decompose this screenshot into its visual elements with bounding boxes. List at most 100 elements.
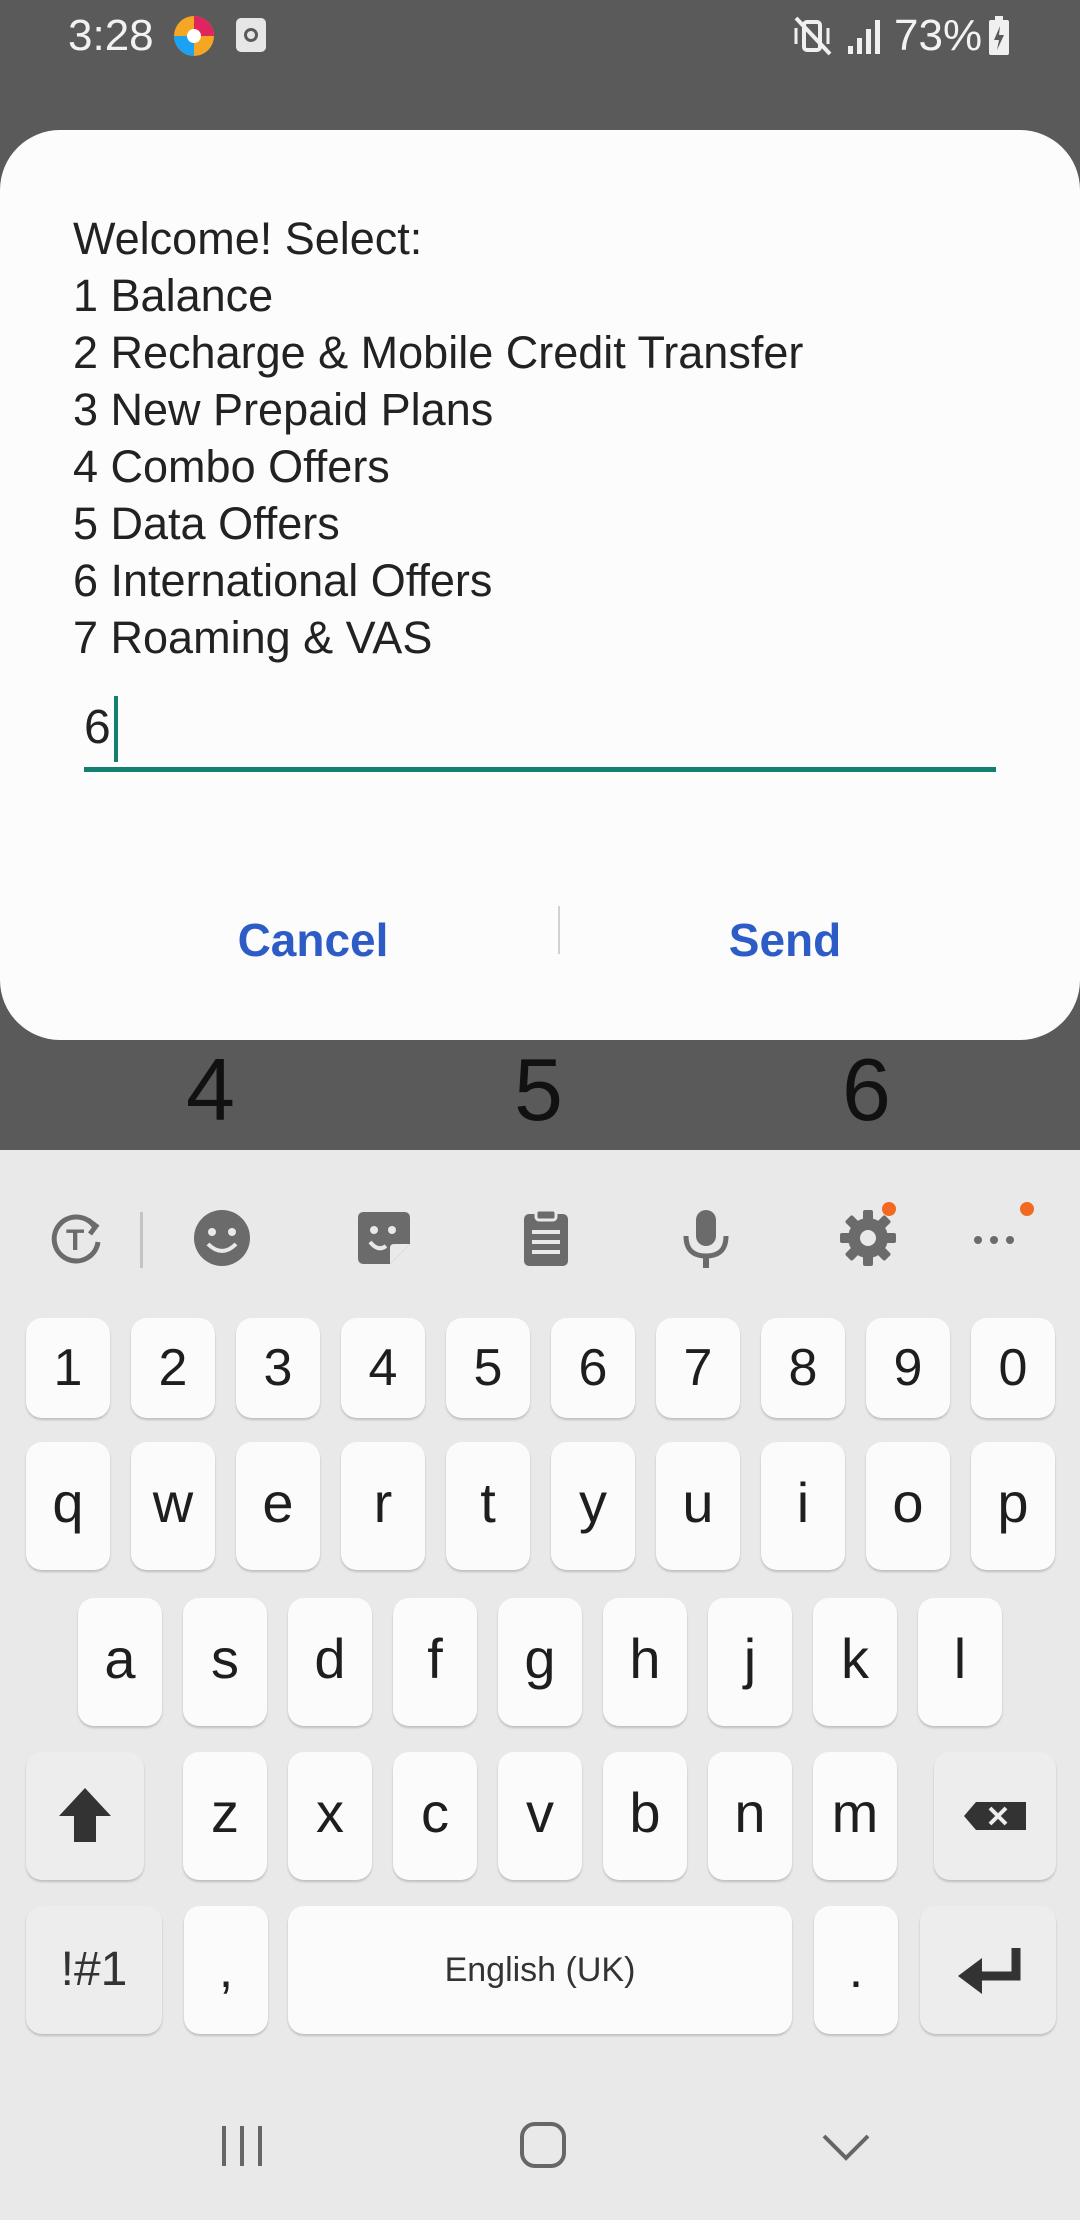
message-line: 7 Roaming & VAS (73, 612, 433, 663)
key-o[interactable]: o (866, 1442, 950, 1570)
key-u[interactable]: u (656, 1442, 740, 1570)
key-q[interactable]: q (26, 1442, 110, 1570)
period-key[interactable]: . (814, 1906, 898, 2034)
more-badge (1020, 1202, 1034, 1216)
key-c[interactable]: c (393, 1752, 477, 1880)
key-k[interactable]: k (813, 1598, 897, 1726)
key-a[interactable]: a (78, 1598, 162, 1726)
key-f[interactable]: f (393, 1598, 477, 1726)
message-line: 4 Combo Offers (73, 441, 390, 492)
key-e[interactable]: e (236, 1442, 320, 1570)
key-label: 0 (998, 1339, 1028, 1397)
key-label: r (373, 1471, 393, 1534)
key-d[interactable]: d (288, 1598, 372, 1726)
key-z[interactable]: z (183, 1752, 267, 1880)
key-x[interactable]: x (288, 1752, 372, 1880)
back-icon[interactable] (806, 2114, 886, 2178)
send-button[interactable]: Send (580, 890, 990, 990)
key-label: 5 (473, 1339, 503, 1397)
reply-input-value: 6 (84, 701, 111, 754)
battery-charging-icon (989, 16, 1009, 55)
key-label: z (211, 1781, 239, 1844)
recents-icon[interactable] (202, 2114, 282, 2178)
key-j[interactable]: j (708, 1598, 792, 1726)
shift-key[interactable] (26, 1752, 144, 1880)
reply-input[interactable]: 6 (84, 690, 996, 772)
key-1[interactable]: 1 (26, 1318, 110, 1418)
key-label: English (UK) (444, 1951, 636, 1989)
key-label: m (831, 1781, 879, 1844)
clipboard-icon[interactable] (514, 1206, 578, 1270)
keyboard: T 1 2 3 4 5 6 7 8 9 0 q w e r t y u i o … (0, 1150, 1080, 2070)
key-label: 6 (578, 1339, 608, 1397)
svg-text:T: T (66, 1224, 84, 1257)
key-n[interactable]: n (708, 1752, 792, 1880)
key-label: y (579, 1471, 607, 1534)
preview-digit: 6 (842, 1040, 891, 1139)
key-i[interactable]: i (761, 1442, 845, 1570)
translate-icon[interactable]: T (44, 1206, 108, 1270)
key-label: i (796, 1471, 810, 1534)
key-m[interactable]: m (813, 1752, 897, 1880)
key-label: v (526, 1781, 554, 1844)
key-r[interactable]: r (341, 1442, 425, 1570)
enter-key[interactable] (920, 1906, 1056, 2034)
key-label: s (211, 1627, 239, 1690)
key-p[interactable]: p (971, 1442, 1055, 1570)
key-label: f (427, 1627, 443, 1690)
key-b[interactable]: b (603, 1752, 687, 1880)
home-icon[interactable] (502, 2114, 582, 2178)
key-label: a (104, 1627, 136, 1690)
key-4[interactable]: 4 (341, 1318, 425, 1418)
microphone-icon[interactable] (674, 1206, 738, 1270)
emoji-icon[interactable] (190, 1206, 254, 1270)
key-label: h (629, 1627, 661, 1690)
key-s[interactable]: s (183, 1598, 267, 1726)
key-label: e (262, 1471, 294, 1534)
key-g[interactable]: g (498, 1598, 582, 1726)
key-label: b (629, 1781, 661, 1844)
comma-key[interactable]: , (184, 1906, 268, 2034)
key-v[interactable]: v (498, 1752, 582, 1880)
key-l[interactable]: l (918, 1598, 1002, 1726)
key-3[interactable]: 3 (236, 1318, 320, 1418)
key-label: n (734, 1781, 766, 1844)
message-line: 3 New Prepaid Plans (73, 384, 494, 435)
cancel-button[interactable]: Cancel (108, 890, 518, 990)
more-icon[interactable] (964, 1206, 1028, 1270)
key-label: 7 (683, 1339, 713, 1397)
key-8[interactable]: 8 (761, 1318, 845, 1418)
signal-icon (848, 20, 880, 54)
key-9[interactable]: 9 (866, 1318, 950, 1418)
vibrate-mute-icon (794, 16, 832, 56)
message-line: 1 Balance (73, 270, 274, 321)
clock-icon (236, 18, 266, 52)
key-5[interactable]: 5 (446, 1318, 530, 1418)
key-label: 4 (368, 1339, 398, 1397)
key-6[interactable]: 6 (551, 1318, 635, 1418)
sticker-icon[interactable] (352, 1206, 416, 1270)
key-h[interactable]: h (603, 1598, 687, 1726)
key-label: q (52, 1471, 84, 1534)
message-line: 6 International Offers (73, 555, 493, 606)
symbols-key[interactable]: !#1 (26, 1906, 162, 2034)
key-label: w (152, 1471, 194, 1534)
key-label: 8 (788, 1339, 818, 1397)
message-line: 5 Data Offers (73, 498, 340, 549)
backspace-key[interactable] (934, 1752, 1056, 1880)
key-2[interactable]: 2 (131, 1318, 215, 1418)
key-7[interactable]: 7 (656, 1318, 740, 1418)
key-label: d (314, 1627, 346, 1690)
space-key[interactable]: English (UK) (288, 1906, 792, 2034)
key-0[interactable]: 0 (971, 1318, 1055, 1418)
key-y[interactable]: y (551, 1442, 635, 1570)
key-label: x (316, 1781, 344, 1844)
preview-digit: 4 (186, 1040, 235, 1139)
enter-icon (958, 1948, 1021, 1994)
ussd-message: Welcome! Select: 1 Balance 2 Recharge & … (73, 210, 1033, 666)
key-label: !#1 (60, 1943, 128, 1996)
key-label: g (524, 1627, 556, 1690)
key-t[interactable]: t (446, 1442, 530, 1570)
key-w[interactable]: w (131, 1442, 215, 1570)
key-label: t (480, 1471, 496, 1534)
